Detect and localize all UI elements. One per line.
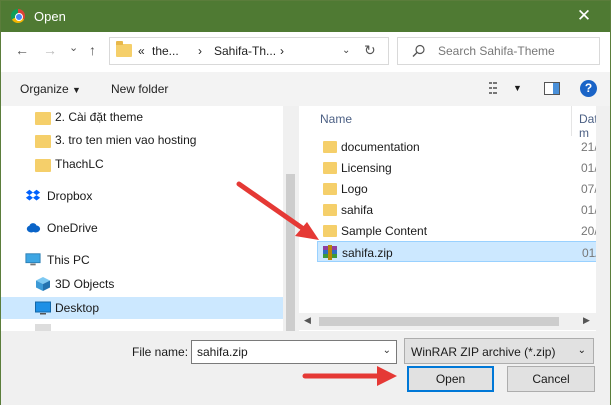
window-title: Open	[34, 9, 66, 24]
organize-button[interactable]: Organize ▼	[20, 82, 81, 96]
help-button[interactable]: ?	[580, 80, 597, 97]
sidebar-item-3d-objects[interactable]: 3D Objects	[1, 273, 283, 295]
address-row: ← → ⌄ ↑ « the... › Sahifa-Th... › ⌄ ↻ Se…	[1, 32, 610, 72]
view-dropdown-icon[interactable]: ▼	[513, 83, 522, 93]
desktop-icon	[35, 301, 51, 315]
folder-icon	[116, 41, 132, 57]
file-type-select[interactable]: WinRAR ZIP archive (*.zip) ⌄	[404, 338, 594, 364]
column-header-name[interactable]: Name	[320, 112, 352, 126]
preview-pane-icon[interactable]	[544, 82, 560, 95]
address-bar[interactable]: « the... › Sahifa-Th... › ⌄ ↻	[109, 37, 389, 65]
sidebar-item-cai-dat-theme[interactable]: 2. Cài đặt theme	[1, 106, 283, 128]
horizontal-scrollbar[interactable]: ◀ ▶	[299, 313, 596, 330]
file-row-sahifa-zip[interactable]: sahifa.zip 01/01/	[317, 241, 596, 262]
column-divider[interactable]	[571, 106, 572, 136]
file-row-licensing[interactable]: Licensing 01/01/	[317, 157, 596, 178]
folder-icon	[323, 162, 337, 174]
file-list-pane: Name Date m documentation 21/03/ Licensi…	[299, 106, 596, 331]
search-placeholder: Search Sahifa-Theme	[438, 44, 555, 58]
file-row-sample-content[interactable]: Sample Content 20/11/	[317, 220, 596, 241]
file-name-label: File name:	[132, 345, 189, 359]
pc-icon	[25, 253, 41, 266]
folder-icon	[35, 112, 51, 125]
3d-objects-icon	[36, 277, 50, 291]
document-icon	[35, 324, 51, 331]
scrollbar-thumb[interactable]	[319, 317, 559, 326]
search-box[interactable]: Search Sahifa-Theme	[397, 37, 600, 65]
breadcrumb-separator[interactable]: ›	[280, 44, 284, 58]
sidebar-item-desktop[interactable]: Desktop	[1, 297, 283, 319]
file-name-input[interactable]: sahifa.zip ⌄	[191, 340, 397, 364]
up-button[interactable]: ↑	[89, 42, 96, 58]
file-row-documentation[interactable]: documentation 21/03/	[317, 136, 596, 157]
scroll-right-icon[interactable]: ▶	[583, 315, 590, 326]
folder-icon	[323, 225, 337, 237]
sidebar-item-tro-ten-mien[interactable]: 3. tro ten mien vao hosting	[1, 129, 283, 151]
folder-icon	[323, 141, 337, 153]
file-row-logo[interactable]: Logo 07/08/	[317, 178, 596, 199]
file-name-value: sahifa.zip	[197, 345, 248, 359]
winrar-archive-icon	[323, 245, 337, 260]
command-bar: Organize ▼ New folder ▼ ?	[1, 72, 610, 106]
file-type-value: WinRAR ZIP archive (*.zip)	[411, 345, 556, 359]
breadcrumb-separator[interactable]: ›	[198, 44, 202, 58]
title-bar: Open ✕	[1, 1, 610, 32]
sidebar-item-partial[interactable]	[1, 321, 283, 331]
chrome-icon	[11, 9, 25, 23]
file-row-sahifa[interactable]: sahifa 01/01/	[317, 199, 596, 220]
new-folder-button[interactable]: New folder	[111, 82, 168, 96]
breadcrumb-item[interactable]: the...	[152, 44, 179, 58]
vertical-scrollbar[interactable]	[596, 106, 610, 331]
folder-icon	[323, 204, 337, 216]
folder-icon	[35, 135, 51, 148]
dropbox-icon	[25, 189, 41, 201]
annotation-arrow-icon	[302, 366, 397, 386]
file-type-dropdown-icon: ⌄	[577, 345, 586, 356]
annotation-arrow-icon	[236, 181, 319, 240]
close-button[interactable]: ✕	[564, 2, 604, 30]
forward-button[interactable]: →	[43, 42, 57, 58]
sidebar-item-thachlc[interactable]: ThachLC	[1, 153, 283, 175]
folder-icon	[323, 183, 337, 195]
open-button[interactable]: Open	[407, 366, 494, 392]
breadcrumb-item[interactable]: Sahifa-Th...	[214, 44, 276, 58]
recent-locations-dropdown[interactable]: ⌄	[69, 41, 78, 54]
view-options-icon[interactable]	[489, 82, 503, 94]
address-dropdown-icon[interactable]: ⌄	[342, 45, 350, 56]
folder-icon	[35, 159, 51, 172]
onedrive-icon	[26, 223, 41, 233]
back-button[interactable]: ←	[15, 42, 29, 58]
breadcrumb-overflow[interactable]: «	[138, 44, 145, 58]
cancel-button[interactable]: Cancel	[507, 366, 595, 392]
scroll-left-icon[interactable]: ◀	[304, 315, 311, 326]
file-name-dropdown-icon[interactable]: ⌄	[383, 345, 391, 356]
search-icon	[412, 44, 425, 57]
refresh-button[interactable]: ↻	[364, 42, 376, 59]
sidebar-item-this-pc[interactable]: This PC	[1, 249, 283, 271]
open-dialog: Open ✕ ← → ⌄ ↑ « the... › Sahifa-Th... ›…	[0, 0, 611, 405]
